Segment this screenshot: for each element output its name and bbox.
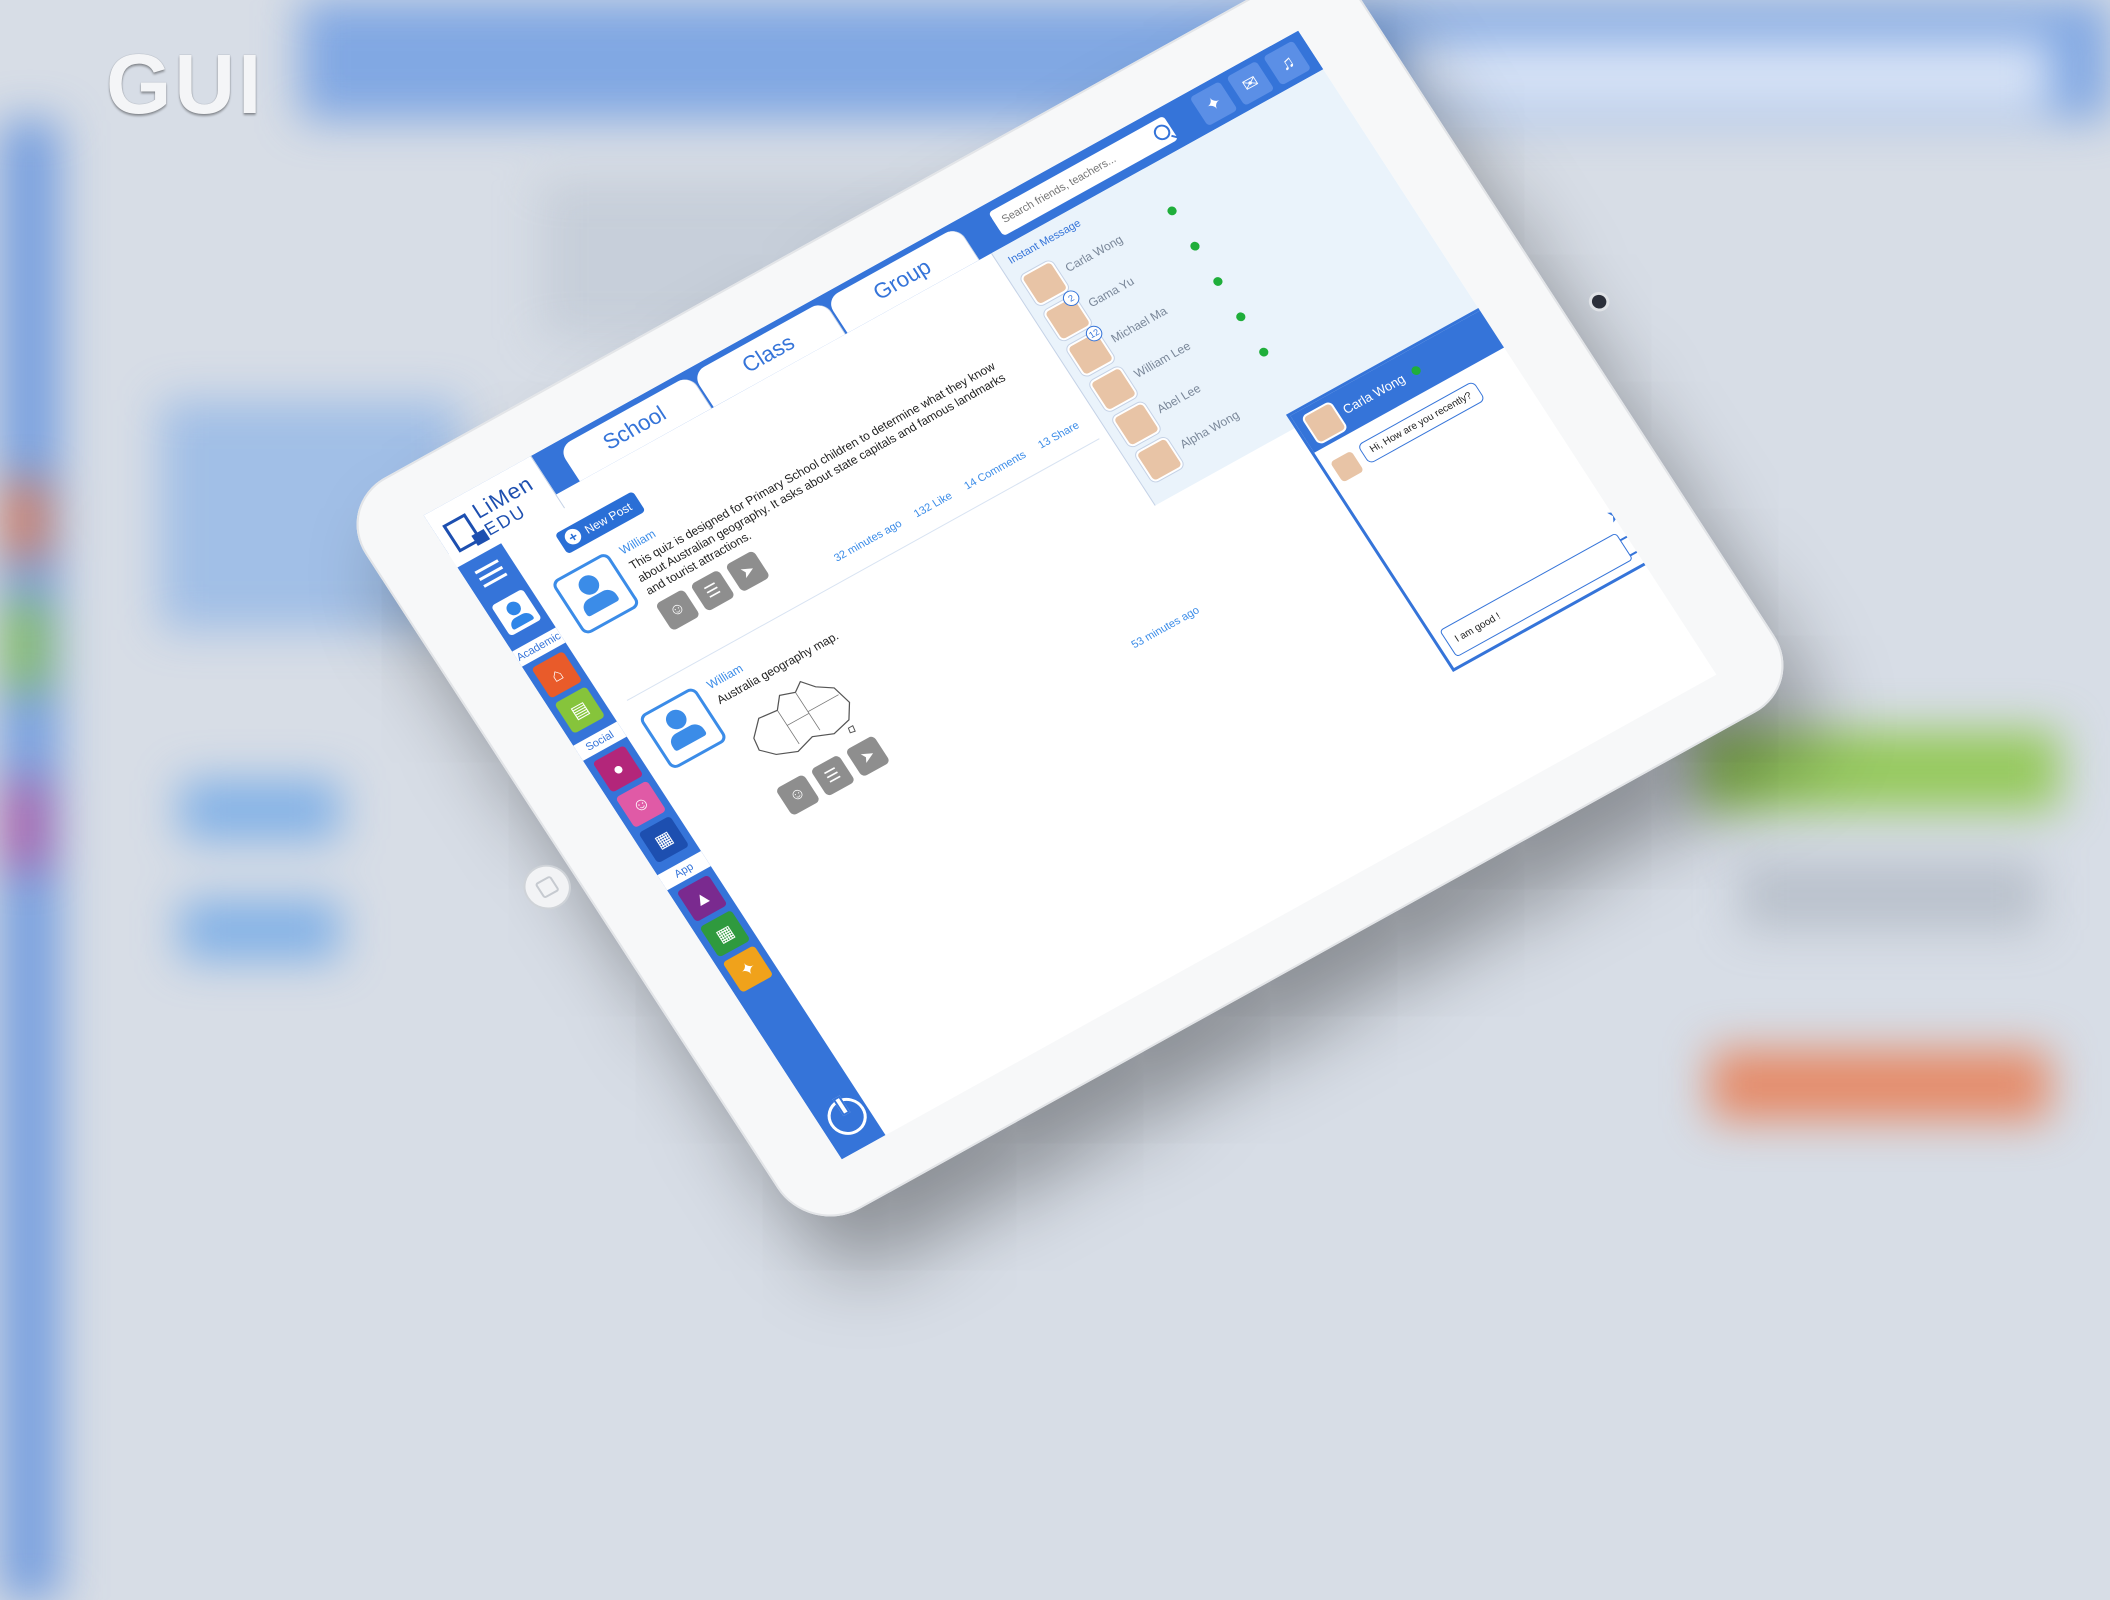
message-avatar <box>1329 450 1365 483</box>
contact-name: Abel Lee <box>1154 381 1204 416</box>
online-indicator <box>1211 275 1225 288</box>
calendar-icon[interactable]: ▦ <box>638 815 690 864</box>
post-meta: 53 minutes ago <box>1129 605 1201 652</box>
author-avatar[interactable] <box>550 551 642 637</box>
network-icon[interactable]: ✦ <box>722 945 774 993</box>
chat-input[interactable] <box>1439 532 1634 658</box>
online-indicator <box>1409 364 1423 377</box>
comment-icon[interactable]: ☰ <box>810 754 856 797</box>
tablet-device: LiMen EDU School Class Group ✦ ✉ ♫ <box>333 0 1807 1238</box>
online-indicator <box>1257 346 1271 359</box>
author-avatar[interactable] <box>637 685 729 771</box>
book-icon[interactable]: ▤ <box>554 686 606 734</box>
online-indicator <box>1188 240 1202 253</box>
logo-mark-icon <box>442 513 483 553</box>
post-time: 32 minutes ago <box>831 517 905 565</box>
comment-icon[interactable]: ☰ <box>689 569 736 612</box>
home-button[interactable] <box>514 856 580 918</box>
emoji-icon[interactable]: ☺ <box>655 588 701 632</box>
contact-name: Carla Wong <box>1062 232 1126 275</box>
send-icon[interactable]: ➤ <box>1598 500 1635 534</box>
share-icon[interactable]: ➤ <box>724 550 771 593</box>
chat-contact-name: Carla Wong <box>1339 371 1408 417</box>
app-screen: LiMen EDU School Class Group ✦ ✉ ♫ <box>423 30 1717 1160</box>
comment-count[interactable]: 14 Comments <box>962 449 1028 492</box>
contact-name: Gama Yu <box>1085 274 1137 311</box>
share-count[interactable]: 13 Share <box>1036 420 1082 452</box>
contact-avatar <box>1133 435 1185 484</box>
menu-icon[interactable] <box>474 559 508 588</box>
emoji-icon[interactable]: ☺ <box>775 773 821 817</box>
online-indicator <box>1165 204 1179 217</box>
power-icon[interactable] <box>820 1091 875 1142</box>
profile-avatar[interactable] <box>490 588 542 637</box>
share-icon[interactable]: ➤ <box>845 735 891 778</box>
camera-icon <box>1589 292 1610 311</box>
online-indicator <box>1234 310 1248 323</box>
post-time: 53 minutes ago <box>1129 604 1202 652</box>
like-count[interactable]: 132 Like <box>912 490 955 520</box>
